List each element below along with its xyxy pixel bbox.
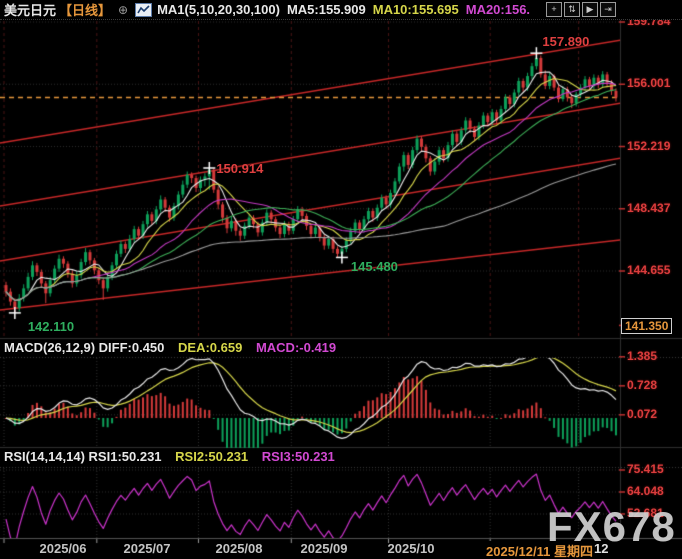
rsi-label-row: RSI(14,14,14) RSI1:50.231 RSI2:50.231 RS… bbox=[4, 449, 335, 464]
ma20-value: MA20:156. bbox=[466, 2, 530, 17]
macd-axis-label: 1.385 bbox=[627, 349, 657, 363]
price-axis-label: 148.437 bbox=[627, 201, 670, 215]
ma-group-label: MA1(5,10,20,30,100) bbox=[157, 2, 280, 17]
page-forward-icon[interactable]: ⇥ bbox=[600, 2, 616, 17]
macd-diff-label: MACD(26,12,9) DIFF:0.450 bbox=[4, 340, 164, 355]
symbol-title: 美元日元 bbox=[4, 0, 56, 19]
month-label: 2025/09 bbox=[301, 541, 348, 556]
price-annotation: 150.914 bbox=[216, 161, 263, 176]
price-annotation: 157.890 bbox=[542, 34, 589, 49]
month-label: 2025/06 bbox=[40, 541, 87, 556]
magnifier-icon[interactable]: ⊕ bbox=[118, 3, 128, 17]
price-annotation: 142.110 bbox=[28, 319, 74, 334]
chart-app-window: 美元日元 【日线】 ⊕ MA1(5,10,20,30,100) MA5:155.… bbox=[0, 0, 682, 559]
macd-axis-label: 0.072 bbox=[627, 407, 657, 421]
macd-label-row: MACD(26,12,9) DIFF:0.450 DEA:0.659 MACD:… bbox=[4, 340, 336, 355]
ma5-value: MA5:155.909 bbox=[287, 2, 366, 17]
chart-type-icon[interactable] bbox=[135, 3, 152, 17]
period-tag: 【日线】 bbox=[59, 0, 111, 19]
price-boxed-label: 141.350 bbox=[621, 318, 672, 334]
chart-toolbar: +⇅▶⇥ bbox=[546, 2, 616, 17]
macd-axis-label: 0.728 bbox=[627, 378, 657, 392]
month-label: 2025/07 bbox=[124, 541, 171, 556]
price-annotation: 145.480 bbox=[351, 259, 398, 274]
month-label: 2025/08 bbox=[216, 541, 263, 556]
y-axis-scale-icon[interactable]: ⇅ bbox=[564, 2, 580, 17]
fx678-watermark: FX678 bbox=[547, 503, 676, 551]
auto-scroll-icon[interactable]: ▶ bbox=[582, 2, 598, 17]
chart-canvas[interactable] bbox=[0, 0, 682, 559]
rsi3-label: RSI3:50.231 bbox=[262, 449, 335, 464]
macd-dea-label: DEA:0.659 bbox=[178, 340, 242, 355]
rsi-axis-label: 75.415 bbox=[627, 462, 664, 476]
rsi2-label: RSI2:50.231 bbox=[175, 449, 248, 464]
macd-hist-label: MACD:-0.419 bbox=[256, 340, 336, 355]
price-axis-label: 156.001 bbox=[627, 76, 670, 90]
rsi1-label: RSI(14,14,14) RSI1:50.231 bbox=[4, 449, 162, 464]
rsi-axis-label: 64.048 bbox=[627, 484, 664, 498]
ma10-value: MA10:155.695 bbox=[373, 2, 459, 17]
price-axis-label: 144.655 bbox=[627, 263, 670, 277]
price-axis-label: 152.219 bbox=[627, 139, 670, 153]
crosshair-pan-icon[interactable]: + bbox=[546, 2, 562, 17]
month-label: 2025/10 bbox=[388, 541, 435, 556]
